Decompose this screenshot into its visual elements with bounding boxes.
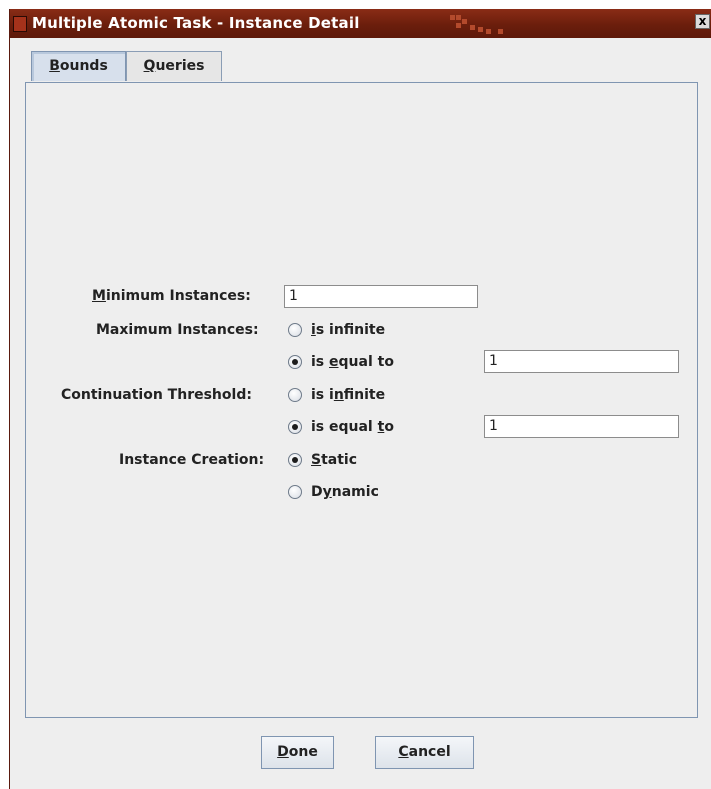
maximum-equal-radio[interactable]	[288, 355, 302, 369]
continuation-threshold-input[interactable]: 1	[484, 415, 679, 438]
continuation-equal-label[interactable]: is equal to	[311, 419, 394, 435]
maximum-infinite-radio[interactable]	[288, 323, 302, 337]
tab-queries[interactable]: Queries	[126, 51, 222, 81]
tab-queries-mnemonic: Q	[143, 58, 156, 74]
maximum-instances-label: Maximum Instances:	[96, 322, 259, 338]
tab-queries-label: ueries	[155, 58, 205, 74]
done-button[interactable]: Done	[261, 736, 334, 769]
continuation-infinite-radio[interactable]	[288, 388, 302, 402]
instance-creation-dynamic-radio[interactable]	[288, 485, 302, 499]
maximum-equal-label[interactable]: is equal to	[311, 354, 394, 370]
title-bar-decoration-icon	[450, 15, 510, 35]
continuation-equal-radio[interactable]	[288, 420, 302, 434]
close-button[interactable]: x	[695, 14, 710, 29]
instance-creation-label: Instance Creation:	[119, 452, 265, 468]
title-bar[interactable]: Multiple Atomic Task - Instance Detail x	[10, 9, 711, 38]
maximum-infinite-label[interactable]: is infinite	[311, 322, 385, 338]
tab-bounds-mnemonic: B	[49, 58, 60, 74]
tab-bounds[interactable]: Bounds	[31, 51, 126, 81]
instance-detail-window: Multiple Atomic Task - Instance Detail x…	[9, 9, 711, 789]
window-title: Multiple Atomic Task - Instance Detail	[32, 14, 360, 32]
window-menu-icon[interactable]	[13, 16, 27, 32]
instance-creation-dynamic-label[interactable]: Dynamic	[311, 484, 379, 500]
instance-creation-static-label[interactable]: Static	[311, 452, 357, 468]
maximum-instances-input[interactable]: 1	[484, 350, 679, 373]
cancel-button[interactable]: Cancel	[375, 736, 474, 769]
tab-bounds-label: ounds	[59, 58, 108, 74]
minimum-instances-input[interactable]: 1	[284, 285, 478, 308]
continuation-infinite-label[interactable]: is infinite	[311, 387, 385, 403]
instance-creation-static-radio[interactable]	[288, 453, 302, 467]
minimum-instances-label: Minimum Instances:	[92, 288, 251, 304]
continuation-threshold-label: Continuation Threshold:	[61, 387, 252, 403]
